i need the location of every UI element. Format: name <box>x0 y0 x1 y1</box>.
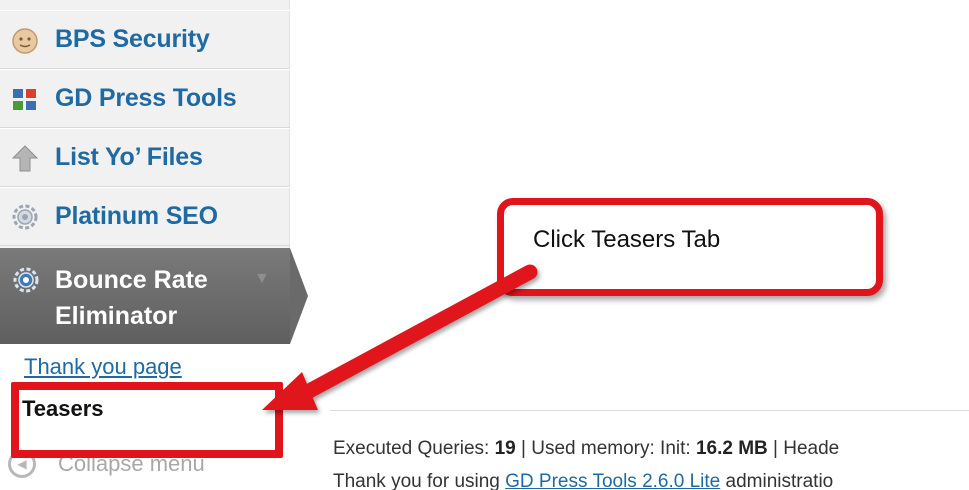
annotation-arrow <box>262 264 538 410</box>
